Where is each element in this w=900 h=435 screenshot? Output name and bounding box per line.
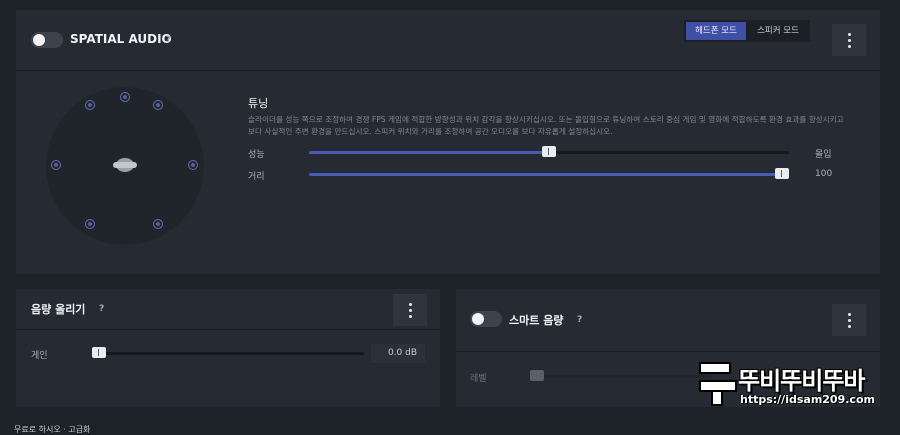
level-slider-thumb — [530, 370, 544, 381]
smart-volume-help-icon[interactable]: ? — [577, 315, 582, 325]
speaker-rear-left-icon[interactable] — [85, 219, 95, 229]
speaker-front-left-icon[interactable] — [85, 100, 95, 110]
distance-slider-track[interactable] — [309, 173, 789, 176]
spatial-audio-help-icon[interactable]: ? — [166, 35, 171, 45]
footer-partial-text: 무료로 하시오 · 고급화 — [14, 425, 91, 434]
listener-head-icon — [113, 158, 137, 172]
tuning-title: 튜닝 — [248, 97, 269, 110]
audio-mode-selector: 헤드폰 모드 스피커 모드 — [684, 20, 810, 42]
level-label: 레벨 — [470, 374, 487, 384]
watermark-logo: 뚜비뚜비뚜바 https://idsam209.com — [694, 357, 884, 413]
distance-label: 거리 — [248, 172, 265, 182]
immersion-label: 몰입 — [815, 150, 832, 160]
spatial-audio-toggle[interactable] — [31, 32, 63, 48]
speaker-rear-right-icon[interactable] — [153, 219, 163, 229]
smart-volume-more-icon[interactable] — [832, 304, 866, 336]
smart-volume-toggle[interactable] — [470, 311, 502, 327]
gain-label: 게인 — [31, 351, 48, 361]
tuning-description: 슬라이더를 성능 쪽으로 조정하여 경쟁 FPS 게임에 적합한 방향성과 위치… — [248, 115, 844, 136]
watermark-text: 뚜비뚜비뚜바 — [738, 367, 865, 395]
speaker-mode-button[interactable]: 스피커 모드 — [748, 22, 808, 40]
spatial-audio-title: SPATIAL AUDIO — [70, 32, 172, 46]
gain-slider-track[interactable] — [92, 352, 364, 355]
gain-slider-thumb[interactable] — [92, 347, 106, 358]
speaker-side-left-icon[interactable] — [51, 160, 61, 170]
spatial-audio-more-icon[interactable] — [832, 24, 866, 56]
smart-volume-title: 스마트 음량 — [509, 314, 564, 327]
watermark-url: https://idsam209.com — [740, 393, 875, 406]
volume-boost-help-icon[interactable]: ? — [99, 304, 104, 314]
distance-slider-thumb[interactable] — [775, 168, 789, 179]
performance-slider-fill — [309, 151, 549, 154]
volume-boost-more-icon[interactable] — [393, 294, 427, 326]
distance-value: 100 — [815, 169, 833, 179]
headphone-mode-button[interactable]: 헤드폰 모드 — [686, 22, 746, 40]
performance-slider-thumb[interactable] — [542, 146, 556, 157]
speaker-front-right-icon[interactable] — [153, 100, 163, 110]
volume-boost-title: 음량 올리기 — [31, 303, 86, 316]
performance-label: 성능 — [248, 150, 265, 160]
distance-slider-fill — [309, 173, 789, 176]
level-slider-track[interactable] — [531, 375, 711, 378]
speaker-side-right-icon[interactable] — [188, 160, 198, 170]
speaker-front-center-icon[interactable] — [120, 92, 130, 102]
gain-value: 0.0 dB — [371, 344, 425, 363]
